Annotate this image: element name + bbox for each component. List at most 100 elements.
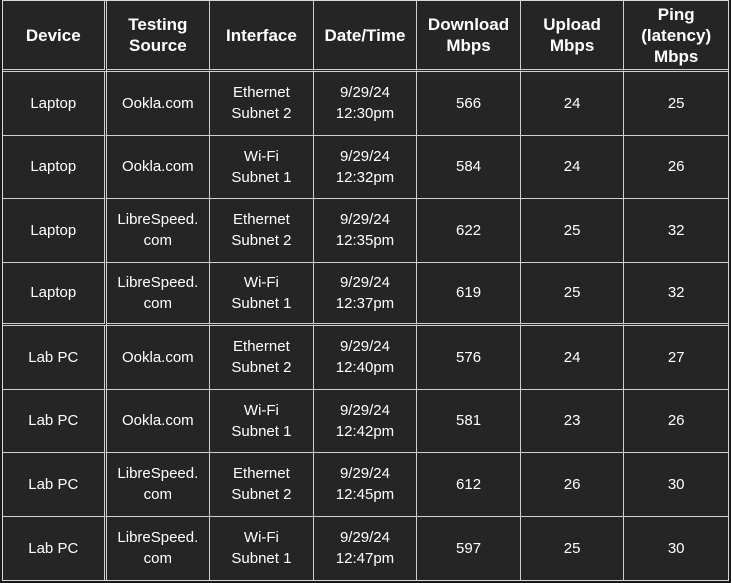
cell-ping: 27 [624,326,728,390]
cell-source-line: LibreSpeed. [117,273,199,291]
cell-interface-line: Wi-Fi [243,529,279,547]
cell-datetime-line: 12:32pm [335,168,395,186]
cell-datetime: 9/29/24 12:35pm [313,199,418,263]
cell-upload: 24 [520,72,625,136]
cell-interface-line: Wi-Fi [243,273,279,291]
cell-source: Ookla.com [106,72,211,136]
cell-interface-line: Subnet 1 [231,294,292,312]
cell-datetime-line: 12:45pm [335,486,395,504]
cell-datetime-line: 12:37pm [335,294,395,312]
cell-source-line: com [143,232,173,250]
cell-source-line: Ookla.com [121,94,194,112]
cell-source-line: com [143,486,173,504]
cell-source-line: com [143,294,173,312]
header-download-line1: Download [427,15,510,34]
cell-interface-line: Wi-Fi [243,401,279,419]
header-device-label: Device [25,25,81,45]
header-ping-line1: Ping [657,4,695,24]
cell-datetime-line: 12:30pm [335,105,395,123]
cell-source-line: com [143,550,173,568]
cell-datetime-line: 9/29/24 [339,465,390,483]
cell-upload: 25 [520,199,625,263]
cell-ping: 30 [667,539,685,557]
cell-interface-line: Subnet 1 [231,168,292,186]
cell-download: 566 [417,72,521,136]
cell-ping: 25 [624,72,728,136]
cell-datetime: 9/29/24 12:30pm [313,72,418,136]
cell-download: 581 [417,389,521,453]
cell-source: LibreSpeed. com [107,516,211,580]
cell-upload: 24 [520,135,625,199]
cell-interface-line: Subnet 2 [231,359,292,377]
cell-interface: Wi-Fi Subnet 1 [210,516,314,580]
cell-device: Lab PC [3,516,107,580]
cell-datetime-line: 9/29/24 [339,211,390,229]
cell-datetime-line: 9/29/24 [339,338,390,356]
header-interface-label: Interface [225,25,297,45]
cell-datetime: 9/29/24 12:32pm [313,135,418,199]
cell-interface: Wi-Fi Subnet 1 [210,135,314,199]
cell-device: Lab PC [3,389,107,453]
cell-source-line: LibreSpeed. [117,529,199,547]
cell-datetime-line: 12:47pm [335,550,395,568]
cell-datetime-line: 9/29/24 [339,273,390,291]
cell-source: LibreSpeed. com [106,199,211,263]
cell-download: 622 [417,199,521,263]
cell-interface: Ethernet Subnet 2 [210,199,314,263]
cell-source: LibreSpeed. com [106,262,211,326]
cell-source: LibreSpeed. com [106,453,211,517]
cell-interface-line: Ethernet [233,465,290,483]
cell-datetime: 9/29/24 12:37pm [313,262,418,326]
cell-source: Ookla.com [106,389,211,453]
cell-datetime-line: 9/29/24 [339,84,390,102]
header-ping-line3: Mbps [653,46,699,66]
cell-datetime: 9/29/24 12:40pm [313,326,418,390]
cell-upload: 24 [520,326,625,390]
cell-interface-line: Ethernet [233,84,290,102]
cell-source: Ookla.com [106,326,211,390]
cell-source-line: Ookla.com [121,348,194,366]
header-upload: Upload Mbps [520,1,625,72]
header-datetime-label: Date/Time [324,25,406,45]
cell-upload: 25 [521,516,625,580]
cell-datetime-line: 12:35pm [335,232,395,250]
cell-interface: Wi-Fi Subnet 1 [210,389,314,453]
cell-device: Lab PC [3,453,107,517]
cell-interface: Ethernet Subnet 2 [210,72,314,136]
header-download-line2: Mbps [446,36,491,55]
cell-device: Laptop [3,262,107,326]
cell-interface: Ethernet Subnet 2 [210,326,314,390]
speed-test-table-container: Device Testing Source Interface Date/Tim… [2,0,729,581]
cell-interface-line: Subnet 1 [231,550,292,568]
table-body: Laptop Ookla.com Ethernet Subnet 2 9/29/24 12… [3,72,728,580]
header-row: Device Testing Source Interface Date/Tim… [3,1,728,72]
header-testing-source: Testing Source [106,1,211,72]
cell-source-line: Ookla.com [121,158,194,176]
cell-download: 576 [417,326,521,390]
header-device: Device [3,1,107,72]
header-testing-source-line1: Testing [128,15,188,34]
cell-interface-line: Ethernet [233,338,290,356]
cell-datetime-line: 9/29/24 [339,401,390,419]
cell-datetime-line: 12:42pm [335,422,395,440]
cell-source-line: Ookla.com [121,412,194,430]
cell-source: Ookla.com [106,135,211,199]
table-row: Lab PC LibreSpeed. com Ethernet Subnet 2 9/29… [3,453,728,517]
header-datetime: Date/Time [313,1,418,72]
cell-download: 584 [417,135,521,199]
cell-ping: 32 [624,199,728,263]
cell-interface: Wi-Fi Subnet 1 [210,262,314,326]
table-row: Lab PC Ookla.com Wi-Fi Subnet 1 9/29/24 12:42… [3,389,728,453]
cell-ping: 32 [624,263,728,326]
cell-download: 619 [417,262,521,326]
cell-download: 612 [417,453,521,517]
cell-interface: Ethernet Subnet 2 [210,453,314,517]
table-row: Laptop Ookla.com Wi-Fi Subnet 1 9/29/24 12:32… [3,135,728,199]
header-interface: Interface [210,1,314,72]
cell-datetime-line: 9/29/24 [339,147,390,165]
cell-interface-line: Subnet 1 [231,422,292,440]
table-row: Lab PC LibreSpeed. com Wi-Fi Subnet 1 9/29/24… [3,516,728,580]
cell-ping: 26 [624,136,728,199]
cell-interface-line: Subnet 2 [231,486,292,504]
header-ping-line2: (latency) [641,25,712,45]
